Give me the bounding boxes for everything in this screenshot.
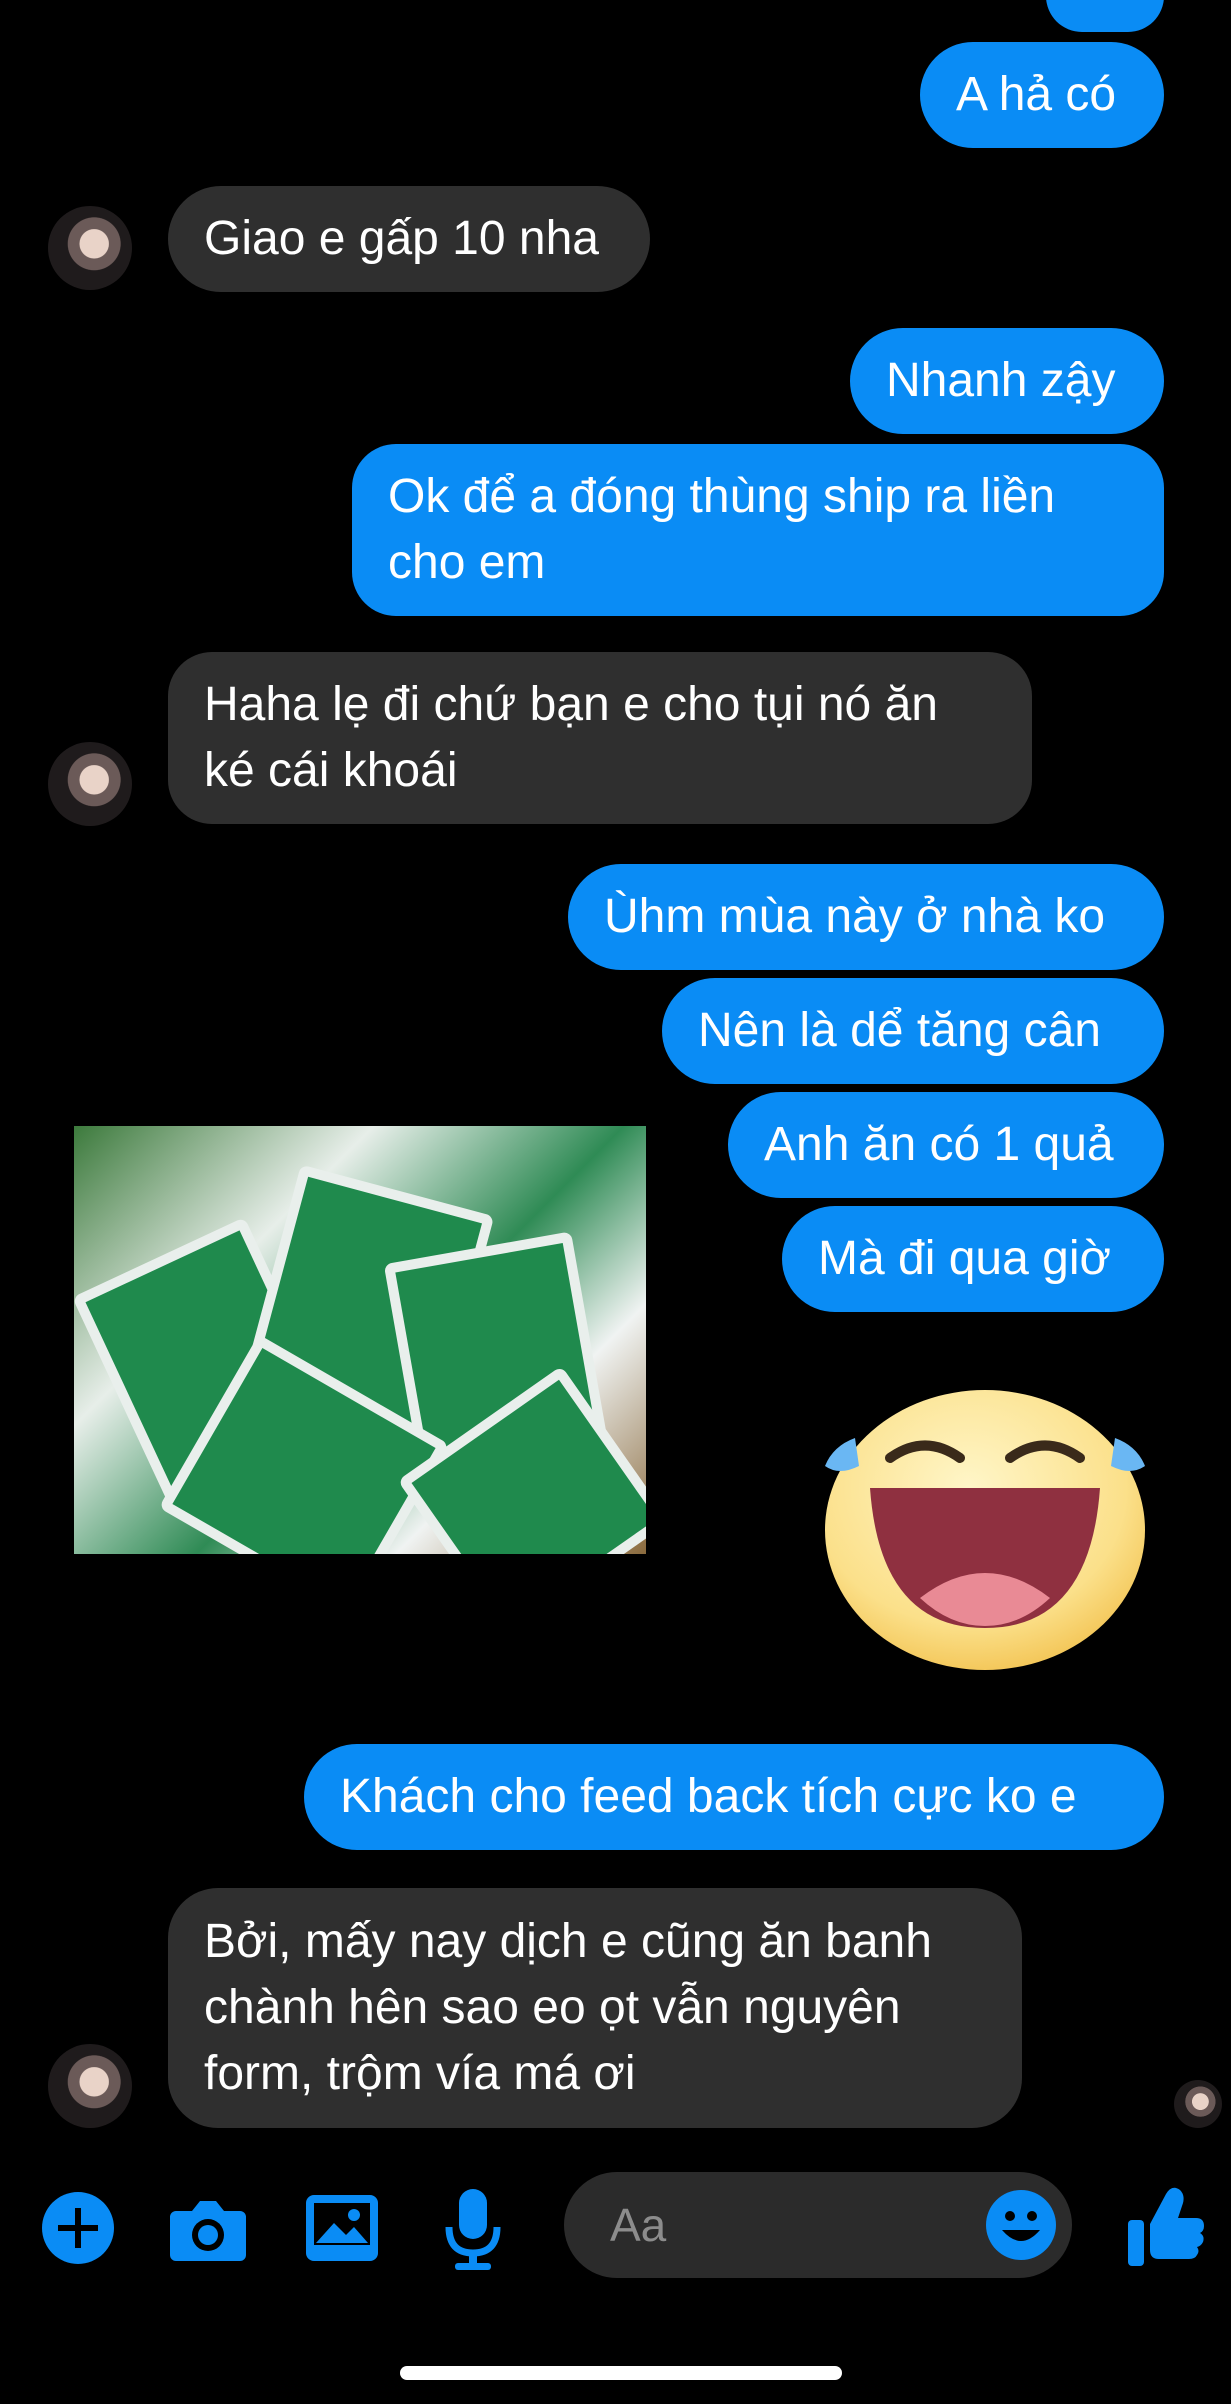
message-text: Ùhm mùa này ở nhà ko [604, 890, 1106, 943]
message-text-line: chành hên sao eo ọt vẫn nguyên [204, 1981, 901, 2034]
image-icon[interactable] [302, 2190, 382, 2266]
message-text: Nên là dể tăng cân [698, 1004, 1101, 1057]
contact-avatar[interactable] [48, 2044, 132, 2128]
message-bubble-outgoing[interactable]: Khách cho feed back tích cực ko e [304, 1744, 1164, 1850]
message-bubble-incoming[interactable]: Giao e gấp 10 nha [168, 186, 650, 292]
message-bubble-incoming[interactable]: Bởi, mấy nay dịch e cũng ăn banh chành h… [168, 1888, 1022, 2128]
message-bubble-partial[interactable] [1046, 0, 1164, 32]
message-text-line: Bởi, mấy nay dịch e cũng ăn banh [204, 1915, 932, 1968]
message-text-line: form, trộm vía má ơi [204, 2047, 636, 2100]
message-text: Giao e gấp 10 nha [204, 212, 599, 265]
message-bubble-outgoing[interactable]: Anh ăn có 1 quả [728, 1092, 1164, 1198]
message-text-line: Haha lẹ đi chứ bạn e cho tụi nó ăn [204, 678, 938, 731]
message-text: Khách cho feed back tích cực ko e [340, 1770, 1077, 1823]
message-text: A hả có [956, 68, 1117, 121]
contact-avatar[interactable] [48, 206, 132, 290]
message-text-line: cho em [388, 536, 546, 589]
message-bubble-outgoing[interactable]: Ùhm mùa này ở nhà ko [568, 864, 1164, 970]
thumbs-up-icon[interactable] [1124, 2180, 1208, 2272]
home-indicator[interactable] [400, 2366, 842, 2380]
read-receipt-avatar [1174, 2080, 1222, 2128]
message-text: Nhanh zậy [886, 354, 1116, 407]
contact-avatar[interactable] [48, 742, 132, 826]
shared-photo[interactable] [74, 1126, 646, 1554]
message-text: Anh ăn có 1 quả [764, 1118, 1114, 1171]
camera-icon[interactable] [168, 2190, 248, 2266]
message-text-line: Ok để a đóng thùng ship ra liền [388, 470, 1056, 523]
message-text: Mà đi qua giờ [818, 1232, 1111, 1285]
plus-icon[interactable] [40, 2190, 116, 2266]
message-bubble-incoming[interactable]: Haha lẹ đi chứ bạn e cho tụi nó ăn ké cá… [168, 652, 1032, 824]
message-bubble-outgoing[interactable]: Nhanh zậy [850, 328, 1164, 434]
message-bubble-outgoing[interactable]: A hả có [920, 42, 1164, 148]
message-bubble-outgoing[interactable]: Nên là dể tăng cân [662, 978, 1164, 1084]
message-input[interactable]: Aa [564, 2172, 1072, 2278]
message-bubble-outgoing[interactable]: Ok để a đóng thùng ship ra liền cho em [352, 444, 1164, 616]
laughing-emoji-icon [825, 1390, 1145, 1670]
message-text-line: ké cái khoái [204, 744, 458, 797]
message-input-placeholder: Aa [610, 2199, 667, 2251]
message-bubble-outgoing[interactable]: Mà đi qua giờ [782, 1206, 1164, 1312]
microphone-icon[interactable] [438, 2184, 508, 2274]
emoji-icon[interactable] [984, 2188, 1058, 2262]
